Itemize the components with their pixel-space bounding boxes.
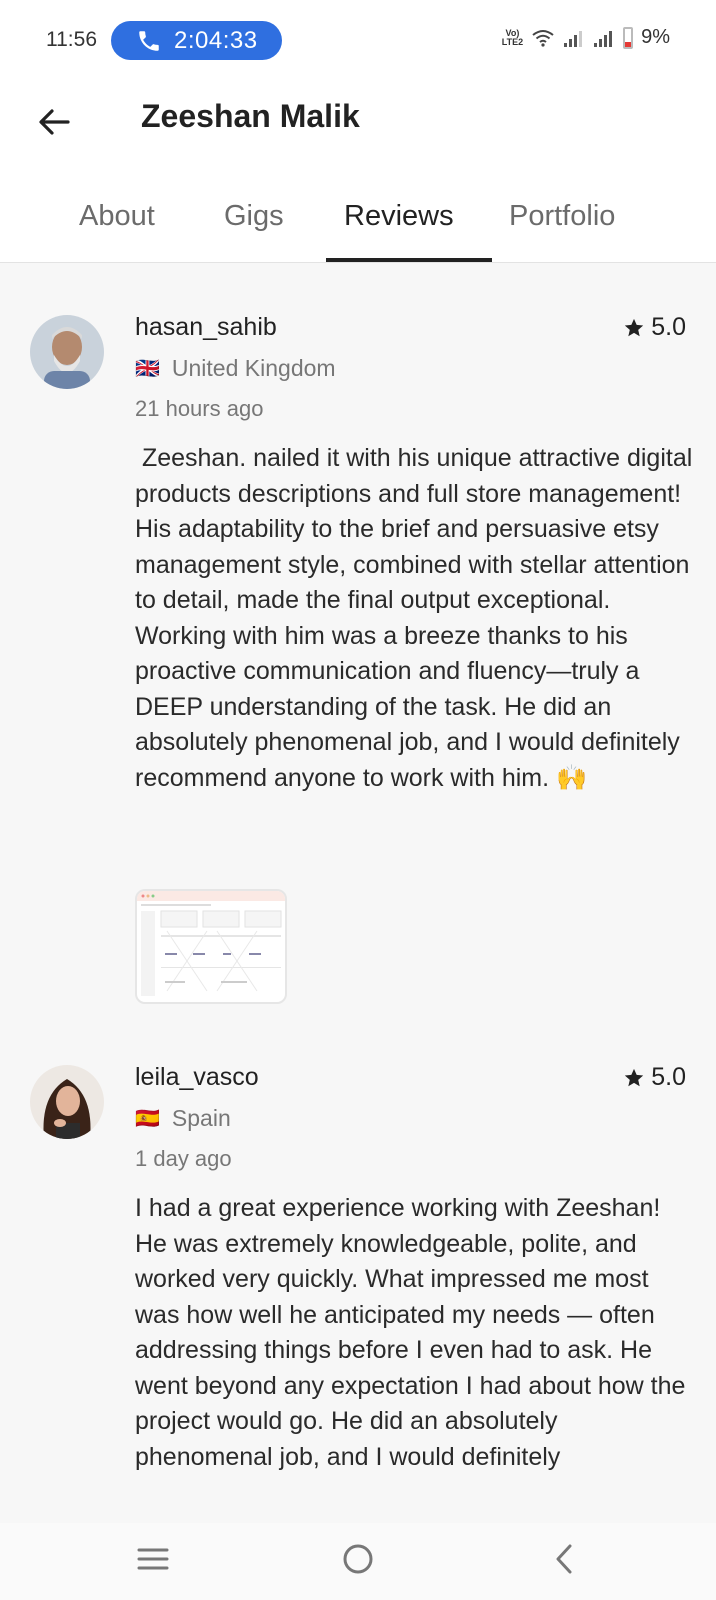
signal-icon-2 bbox=[594, 30, 613, 47]
rating-value: 5.0 bbox=[651, 1063, 686, 1091]
country-name: Spain bbox=[171, 1105, 231, 1131]
reviewer-username[interactable]: leila_vasco bbox=[135, 1063, 259, 1092]
signal-icon-1 bbox=[564, 30, 583, 47]
spain-flag-icon: 🇪🇸 bbox=[135, 1108, 160, 1130]
app-bar: Zeeshan Malik bbox=[0, 84, 716, 184]
review-rating: 5.0 bbox=[623, 1063, 686, 1092]
rating-value: 5.0 bbox=[651, 313, 686, 341]
review-text: I had a great experience working with Ze… bbox=[135, 1194, 686, 1471]
review-text: Zeeshan. nailed it with his unique attra… bbox=[135, 444, 700, 792]
reviewer-country: 🇬🇧 United Kingdom bbox=[135, 355, 336, 382]
review-rating: 5.0 bbox=[623, 313, 686, 342]
active-tab-indicator bbox=[326, 258, 492, 262]
tab-reviews[interactable]: Reviews bbox=[344, 200, 454, 233]
review-attachment-thumbnail[interactable] bbox=[135, 889, 287, 1004]
status-icons: Vo) LTE2 9% bbox=[502, 26, 670, 49]
wifi-icon bbox=[532, 29, 554, 47]
clock: 11:56 bbox=[46, 28, 97, 51]
recent-apps-icon[interactable] bbox=[135, 1541, 171, 1577]
country-name: United Kingdom bbox=[171, 355, 336, 381]
tab-about[interactable]: About bbox=[79, 200, 155, 233]
star-icon bbox=[625, 1068, 644, 1086]
call-timer: 2:04:33 bbox=[174, 26, 258, 54]
page-title: Zeeshan Malik bbox=[141, 98, 360, 134]
system-nav-bar bbox=[0, 1523, 716, 1600]
avatar[interactable] bbox=[30, 315, 104, 389]
arrow-left-icon[interactable] bbox=[34, 102, 74, 142]
tab-portfolio[interactable]: Portfolio bbox=[509, 200, 615, 233]
reviewer-country: 🇪🇸 Spain bbox=[135, 1105, 231, 1132]
battery-icon bbox=[623, 26, 634, 49]
ongoing-call-pill[interactable]: 2:04:33 bbox=[111, 21, 282, 60]
back-nav-icon[interactable] bbox=[548, 1541, 584, 1577]
volte-icon: Vo) LTE2 bbox=[501, 27, 524, 47]
tab-gigs[interactable]: Gigs bbox=[224, 200, 284, 233]
review-time: 1 day ago bbox=[135, 1146, 232, 1171]
status-bar: 11:56 2:04:33 Vo) LTE2 9% bbox=[0, 0, 716, 84]
profile-tabs: About Gigs Reviews Portfolio bbox=[0, 184, 716, 263]
phone-icon bbox=[139, 30, 159, 51]
uk-flag-icon: 🇬🇧 bbox=[135, 358, 160, 380]
home-icon[interactable] bbox=[340, 1541, 376, 1577]
review-time: 21 hours ago bbox=[135, 396, 264, 421]
star-icon bbox=[625, 318, 644, 336]
reviewer-username[interactable]: hasan_sahib bbox=[135, 313, 277, 342]
reviews-list[interactable]: hasan_sahib 5.0 🇬🇧 United Kingdom 21 hou… bbox=[0, 263, 716, 1523]
battery-percent: 9% bbox=[641, 26, 670, 48]
avatar[interactable] bbox=[30, 1065, 104, 1139]
